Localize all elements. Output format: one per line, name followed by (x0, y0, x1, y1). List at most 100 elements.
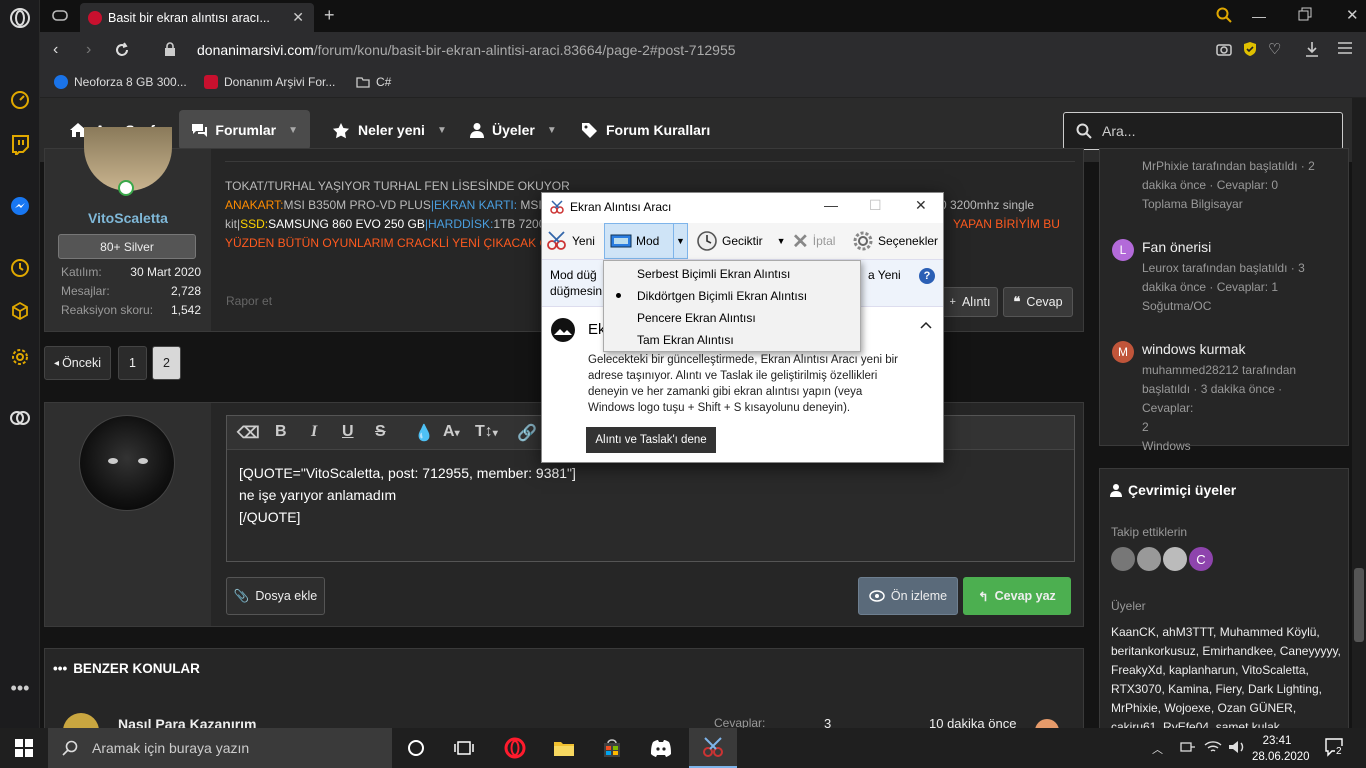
network-icon[interactable] (1180, 740, 1196, 754)
post-username[interactable]: VitoScaletta (45, 210, 211, 226)
scrollbar-thumb[interactable] (1354, 568, 1364, 642)
color-drop-icon[interactable]: 💧 (414, 423, 434, 443)
snip-delay-button[interactable]: Geciktir ▼ (696, 227, 786, 255)
italic-icon[interactable]: I (311, 423, 317, 441)
chevron-down-icon[interactable]: ▼ (437, 125, 447, 136)
forum-search-input[interactable]: Ara... (1063, 112, 1343, 150)
members-line[interactable]: cakiru61, RyEfe04, samet kulak (1111, 718, 1343, 728)
discord-icon[interactable] (649, 736, 673, 760)
lock-icon[interactable] (164, 42, 176, 56)
snip-options-button[interactable]: Seçenekler (852, 227, 938, 255)
download-icon[interactable] (1305, 41, 1319, 57)
mode-dropdown-arrow-icon[interactable]: ▼ (673, 224, 687, 258)
following-avatar[interactable]: C (1189, 547, 1213, 571)
vpn-shield-icon[interactable] (1243, 41, 1257, 57)
volume-icon[interactable] (1228, 739, 1246, 755)
nav-rules[interactable]: Forum Kuralları (569, 110, 722, 150)
tab-active[interactable]: Basit bir ekran alıntısı aracı... ✕ (80, 3, 314, 32)
cortana-circle-icon[interactable] (404, 736, 428, 760)
quote-button[interactable]: + Alıntı (942, 287, 998, 317)
chevron-down-icon[interactable]: ▼ (288, 125, 298, 136)
attach-file-button[interactable]: 📎 Dosya ekle (226, 577, 325, 615)
thread-title[interactable]: Fan önerisi (1142, 239, 1211, 255)
font-size-icon[interactable]: T↕▾ (475, 423, 498, 441)
menu-item-window[interactable]: Pencere Ekran Alıntısı (637, 311, 756, 325)
settings-gear-icon[interactable] (9, 346, 31, 368)
help-icon[interactable]: ? (919, 268, 935, 284)
try-snip-sketch-button[interactable]: Alıntı ve Taslak'ı dene (586, 427, 716, 453)
current-user-avatar[interactable] (79, 415, 175, 511)
pagination-prev[interactable]: ◂ Önceki (44, 346, 111, 380)
easy-setup-menu-icon[interactable] (1337, 40, 1353, 56)
snip-minimize-icon[interactable]: — (824, 197, 838, 213)
url-field[interactable]: donanimarsivi.com/forum/konu/basit-bir-e… (197, 42, 736, 58)
strikethrough-icon[interactable]: S (375, 423, 386, 441)
menu-item-freeform[interactable]: Serbest Biçimli Ekran Alıntısı (637, 267, 790, 281)
restore-icon[interactable] (1298, 7, 1312, 21)
bookmark-donanim[interactable]: Donanım Arşivi For... (204, 75, 335, 89)
thread-avatar[interactable] (63, 713, 99, 728)
menu-item-fullscreen[interactable]: Tam Ekran Alıntısı (637, 333, 734, 347)
members-line[interactable]: MrPhixie, Wojoexe, Ozan GÜNER, (1111, 699, 1343, 718)
nav-forums[interactable]: Forumlar ▼ (179, 110, 310, 150)
page-scrollbar[interactable] (1352, 98, 1366, 728)
delay-dropdown-arrow-icon[interactable]: ▼ (777, 236, 786, 246)
opera-taskbar-icon[interactable] (503, 736, 527, 760)
members-line[interactable]: beritankorkusuz, Emirhandkee, Caneyyyyy, (1111, 642, 1343, 661)
more-icon[interactable]: ••• (9, 677, 31, 699)
file-explorer-icon[interactable] (552, 736, 576, 760)
bookmark-neoforza[interactable]: Neoforza 8 GB 300... (54, 75, 187, 89)
members-line[interactable]: KaanCK, ahM3TTT, Muhammed Köylü, (1111, 623, 1343, 642)
chevron-down-icon[interactable]: ▼ (547, 125, 557, 136)
tray-chevron-up-icon[interactable]: ︿ (1152, 741, 1163, 757)
back-icon[interactable]: ‹ (53, 41, 58, 59)
action-center-icon[interactable]: 2 (1324, 737, 1344, 757)
following-avatar[interactable] (1137, 547, 1161, 571)
pagination-page-1[interactable]: 1 (118, 346, 147, 380)
submit-reply-button[interactable]: ↰ Cevap yaz (963, 577, 1071, 615)
thread-title[interactable]: windows kurmak (1142, 341, 1245, 357)
snip-mode-button[interactable]: Mod ▼ (604, 223, 688, 259)
bookmark-folder-csharp[interactable]: C# (356, 75, 391, 89)
eraser-icon[interactable]: ⌫ (237, 423, 260, 443)
font-family-icon[interactable]: A▾ (443, 423, 460, 441)
nav-members[interactable]: Üyeler ▼ (458, 110, 569, 150)
new-tab-plus-icon[interactable]: + (324, 5, 335, 26)
underline-icon[interactable]: U (342, 423, 354, 441)
latest-thread-3[interactable]: M windows kurmak muhammed28212 tarafında… (1112, 341, 1332, 453)
similar-thread-title[interactable]: Nasıl Para Kazanırım (118, 716, 257, 728)
window-close-icon[interactable]: ✕ (1346, 6, 1359, 24)
members-line[interactable]: RTX3070, Kamina, Fiery, Dark Lighting, (1111, 680, 1343, 699)
search-tabs-icon[interactable] (1216, 7, 1232, 23)
task-view-icon[interactable] (452, 736, 476, 760)
twitch-icon[interactable] (9, 134, 31, 156)
minimize-icon[interactable]: — (1252, 8, 1266, 24)
menu-item-rectangular[interactable]: Dikdörtgen Biçimli Ekran Alıntısı (637, 289, 807, 303)
speed-dial-icon[interactable] (9, 89, 31, 111)
extensions-cube-icon[interactable] (9, 300, 31, 322)
forward-icon[interactable]: › (86, 41, 91, 59)
bold-icon[interactable]: B (275, 423, 287, 441)
members-line[interactable]: FreakyXd, kaplanharun, VitoScaletta, (1111, 661, 1343, 680)
gamepad-icon[interactable] (52, 8, 68, 22)
editor-content[interactable]: [QUOTE="VitoScaletta, post: 712955, memb… (239, 462, 576, 528)
snipping-tool-taskbar-button[interactable] (689, 728, 737, 768)
collapse-chevron-up-icon[interactable] (920, 321, 932, 329)
tab-close-icon[interactable]: ✕ (292, 9, 304, 26)
link-icon[interactable]: 🔗 (517, 423, 537, 443)
snip-maximize-icon[interactable]: ☐ (869, 197, 882, 214)
history-icon[interactable] (9, 257, 31, 279)
windows-start-icon[interactable] (12, 736, 36, 760)
following-avatar[interactable] (1163, 547, 1187, 571)
following-avatar[interactable] (1111, 547, 1135, 571)
snip-new-button[interactable]: Yeni (546, 227, 595, 255)
favorite-heart-icon[interactable]: ♡ (1268, 40, 1281, 58)
nav-whats-new[interactable]: Neler yeni ▼ (320, 110, 459, 150)
snip-close-icon[interactable]: ✕ (915, 197, 927, 214)
last-poster-avatar[interactable] (1035, 719, 1059, 728)
reply-button[interactable]: ❝ Cevap (1003, 287, 1073, 317)
system-clock[interactable]: 23:41 28.06.2020 (1252, 733, 1310, 765)
messenger-icon[interactable] (9, 195, 31, 217)
taskbar-search-input[interactable]: Aramak için buraya yazın (48, 728, 392, 768)
snip-cancel-button[interactable]: ✕ İptal (792, 227, 835, 255)
